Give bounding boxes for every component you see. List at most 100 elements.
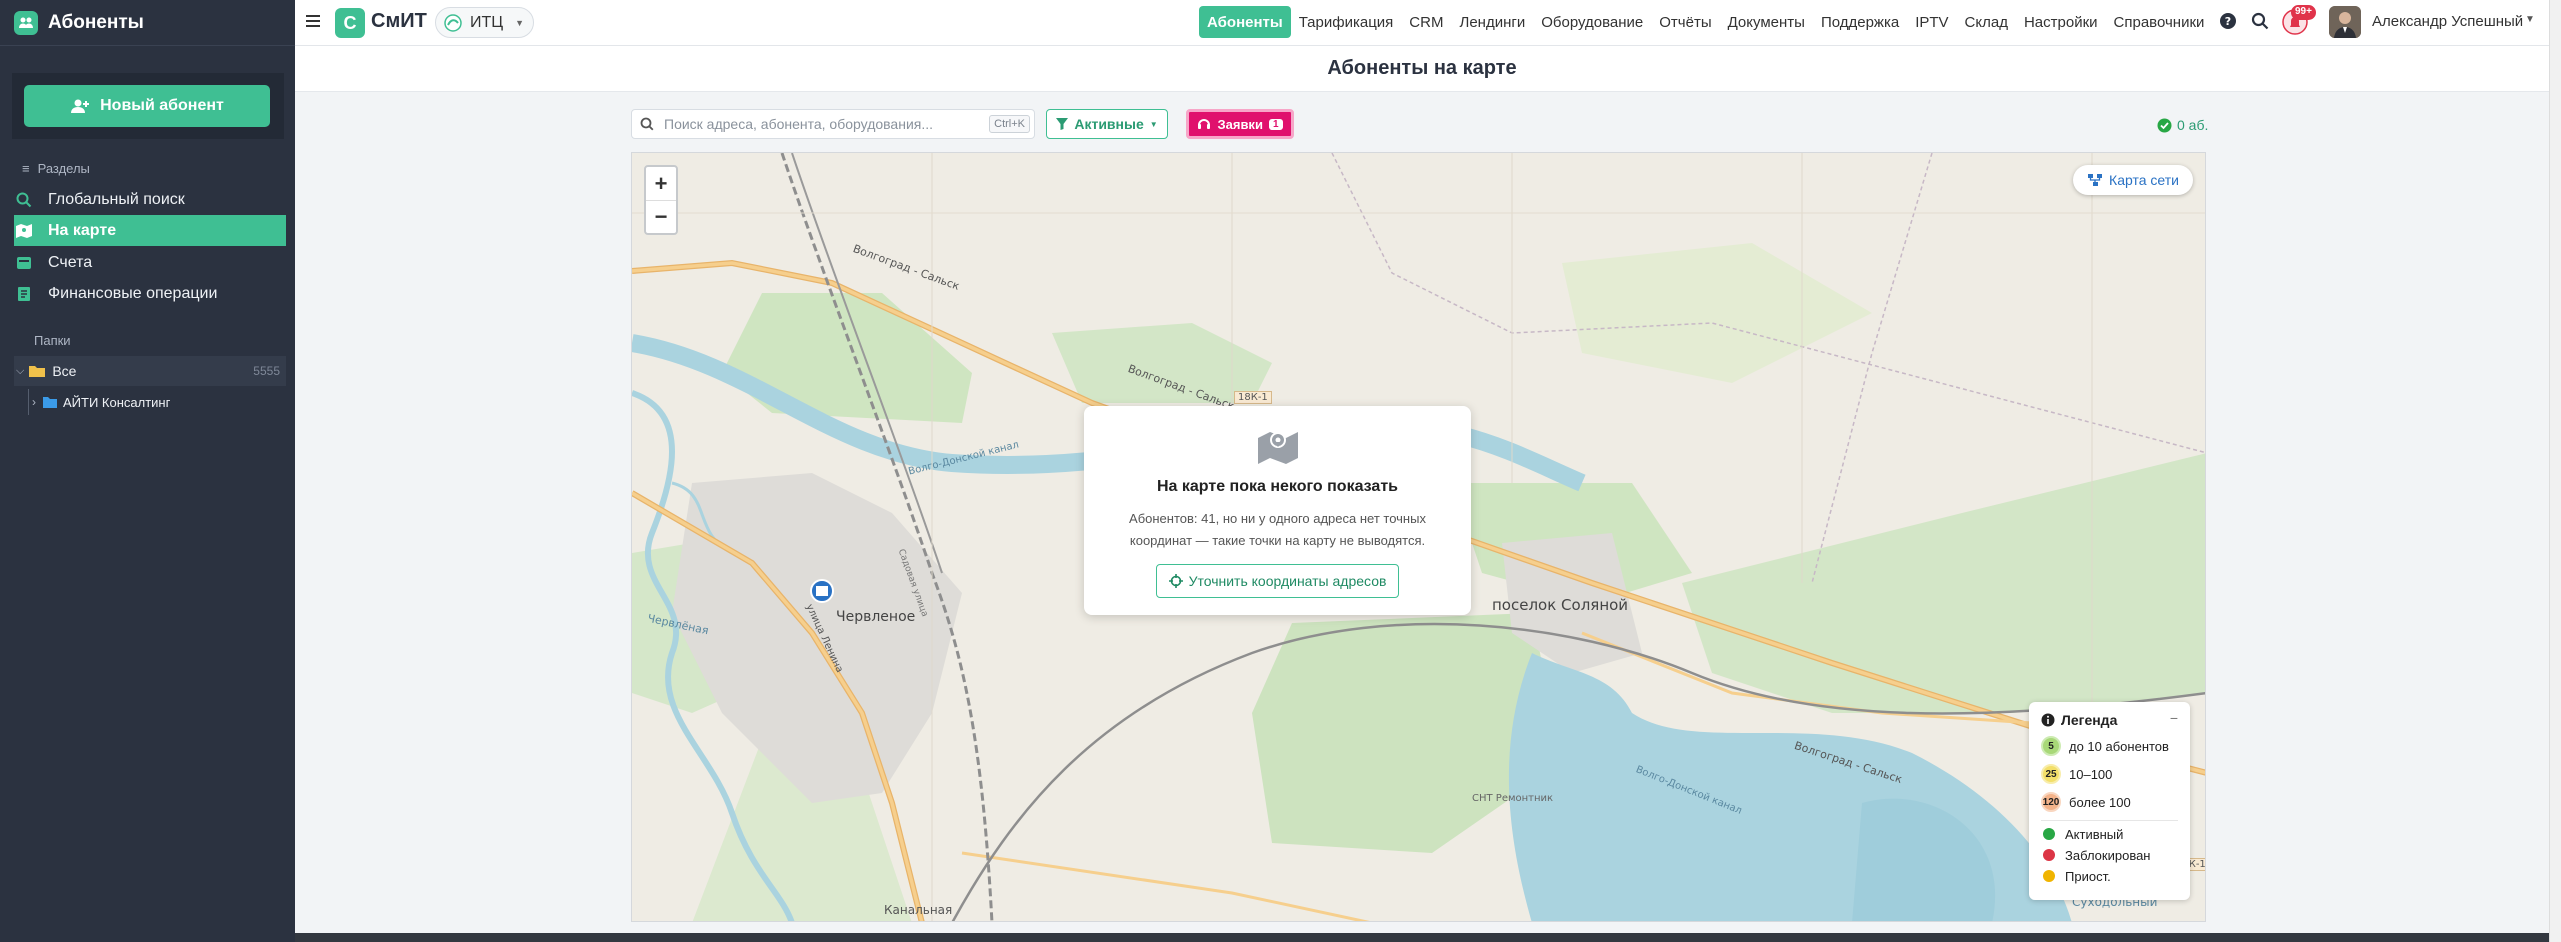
town-label: Червленое [836,609,916,625]
legend-title: Легенда [2061,712,2118,728]
folder-label: АЙТИ Консалтинг [63,394,171,410]
map-legend: Легенда − 5 до 10 абонентов 25 10–100 12… [2029,702,2190,900]
invoice-icon [14,255,34,271]
network-map-button[interactable]: Карта сети [2073,165,2193,195]
empty-state-text: Абонентов: 41, но ни у одного адреса нет… [1129,511,1426,548]
network-icon [2088,174,2103,186]
subscribers-count: 0 аб. [2157,117,2208,133]
legend-size-row: 120 более 100 [2041,792,2178,812]
info-icon [2041,713,2055,727]
chevron-right-icon[interactable]: › [32,395,36,409]
org-selector[interactable]: ИТЦ ▼ [435,7,534,38]
orders-button[interactable]: Заявки 1 [1186,109,1294,139]
folders-label: Папки [34,333,71,348]
legend-header: Легенда − [2041,710,2178,728]
folder-tree-line [28,389,29,415]
page-scrollbar[interactable] [2549,0,2561,942]
menu-iptv[interactable]: IPTV [1907,6,1956,38]
menu-settings[interactable]: Настройки [2016,6,2106,38]
search-shortcut: Ctrl+K [989,115,1030,133]
nav-global-search[interactable]: Глобальный поиск [14,184,286,215]
folder-icon [43,396,57,408]
map-marker-icon [1084,428,1471,464]
zoom-in-button[interactable]: + [646,167,676,200]
avatar[interactable] [2329,6,2361,38]
menu-support[interactable]: Поддержка [1813,6,1907,38]
fix-coordinates-button[interactable]: Уточнить координаты адресов [1155,564,1400,598]
menu-landings[interactable]: Лендинги [1451,6,1533,38]
search-input[interactable] [664,116,974,132]
menu-directories[interactable]: Справочники [2106,6,2213,38]
subscribers-app-icon [14,10,38,35]
search-field[interactable]: Ctrl+K [631,109,1035,139]
subscribers-count-label: 0 аб. [2177,117,2209,133]
new-subscriber-label: Новый абонент [100,97,224,114]
main-menu: Абоненты Тарификация CRM Лендинги Оборуд… [1199,6,2212,38]
legend-label: более 100 [2069,794,2131,810]
legend-label: Приост. [2065,868,2111,884]
status-filter-dropdown[interactable]: Активные ▼ [1046,109,1168,139]
new-subscriber-panel: Новый абонент [12,73,284,139]
menu-equipment[interactable]: Оборудование [1533,6,1651,38]
status-dot-icon [2043,828,2055,840]
org-logo-icon [444,13,462,32]
menu-tariffs[interactable]: Тарификация [1291,6,1402,38]
menu-crm[interactable]: CRM [1401,6,1451,38]
sidebar: Абоненты Новый абонент ≡ Разделы Глобаль… [0,0,295,942]
legend-label: до 10 абонентов [2069,738,2169,754]
town-label: поселок Соляной [1492,596,1629,614]
orders-label: Заявки [1217,116,1263,132]
nav-label: Глобальный поиск [48,190,185,208]
help-icon[interactable]: ? [2219,12,2237,35]
folder-all[interactable]: ⌵ Все 5555 [14,356,286,386]
legend-size-row: 25 10–100 [2041,764,2178,784]
cluster-badge: 25 [2041,764,2061,784]
menu-subscribers[interactable]: Абоненты [1199,6,1291,38]
check-circle-icon [2157,118,2172,132]
add-user-icon [71,99,90,113]
user-caret-down-icon[interactable]: ▼ [2525,14,2535,25]
user-name[interactable]: Александр Успешный [2372,13,2523,30]
street-label: Канальная [884,903,953,917]
filter-label: Активные [1074,116,1144,132]
page-title-bar: Абоненты на карте [295,46,2549,92]
legend-label: Активный [2065,826,2124,842]
sidebar-title: Абоненты [48,11,144,33]
list-icon: ≡ [22,161,30,176]
menu-reports[interactable]: Отчёты [1651,6,1719,38]
cluster-badge: 5 [2041,736,2061,756]
folder-open-icon [29,366,46,377]
filter-icon [1056,118,1069,130]
legend-collapse-button[interactable]: − [2170,710,2178,726]
folders-heading: Папки [34,333,71,348]
page-title: Абоненты на карте [1327,57,1517,79]
folder-label: Все [52,363,77,379]
nav-on-map[interactable]: На карте [14,215,286,246]
nav-label: На карте [48,221,117,239]
top-navbar: С СмИТ ИТЦ ▼ Абоненты Тарификация CRM Ле… [295,0,2549,46]
sections-label: Разделы [37,161,90,176]
sidebar-header: Абоненты [0,0,295,46]
nav-invoices[interactable]: Счета [14,247,286,278]
chevron-down-icon[interactable]: ⌵ [16,365,24,378]
new-subscriber-button[interactable]: Новый абонент [24,85,270,127]
empty-state-card: На карте пока некого показать Абонентов:… [1084,406,1471,615]
hamburger-menu-icon[interactable] [303,11,323,31]
legend-status-row: Приост. [2041,868,2178,884]
folder-it-consulting[interactable]: › АЙТИ Консалтинг [14,387,286,417]
menu-warehouse[interactable]: Склад [1957,6,2016,38]
brand-logo[interactable]: С [335,8,365,38]
nav-finance[interactable]: Финансовые операции [14,278,286,309]
caret-down-icon: ▼ [515,17,525,28]
status-dot-icon [2043,849,2055,861]
search-icon[interactable] [2251,12,2269,35]
zoom-out-button[interactable]: − [646,200,676,233]
menu-documents[interactable]: Документы [1720,6,1813,38]
brand-name[interactable]: СмИТ [371,10,427,33]
legend-label: Заблокирован [2065,847,2151,863]
area-label: СНТ Ремонтник [1472,793,1554,804]
map-canvas[interactable]: Волгоград - Сальск Волгоград - Сальск Во… [631,152,2206,922]
zoom-control: + − [644,165,678,235]
road-code-label: 18К-1 [1234,391,1272,404]
bottom-bar [295,933,2549,942]
